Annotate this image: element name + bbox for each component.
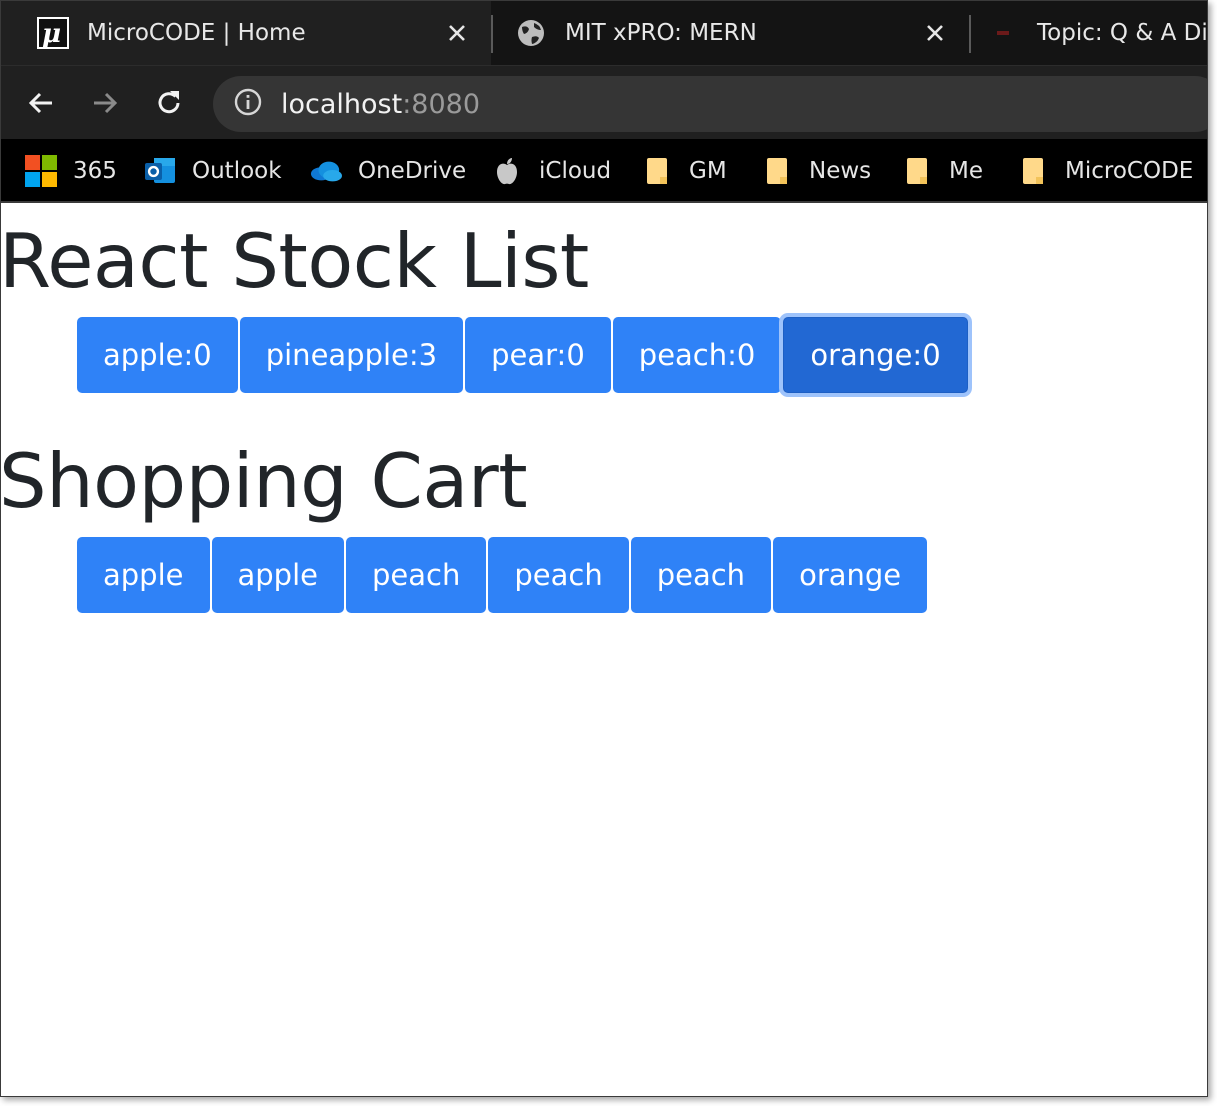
cart-item-button[interactable]: apple [77,537,210,613]
folder-icon [901,155,933,187]
stock-button-pineapple[interactable]: pineapple:3 [239,317,464,393]
url-text[interactable]: localhost:8080 [281,89,480,120]
bookmark-label: OneDrive [358,158,467,184]
cart-item-button[interactable]: peach [346,537,487,613]
cart-item-button[interactable]: apple [211,537,344,613]
bookmark-onedrive[interactable]: OneDrive [310,151,466,191]
browser-toolbar: localhost:8080 [1,65,1207,139]
microsoft-logo-icon [25,155,57,187]
stock-button-pear[interactable]: pear:0 [465,317,611,393]
bookmark-folder-me[interactable]: Me [901,151,983,191]
microcode-logo-icon: μ [37,17,69,49]
tab-title: Topic: Q & A Dis [1037,20,1207,46]
arrow-right-icon [94,92,118,114]
url-host: localhost [281,88,403,120]
stock-button-row: apple:0 pineapple:3 pear:0 peach:0 orang… [77,317,970,393]
apple-logo-icon [491,155,523,187]
bookmark-label: iCloud [539,158,612,184]
bookmark-folder-microcode[interactable]: MicroCODE [1017,151,1193,191]
tab-separator [969,15,971,53]
bookmark-label: GM [689,158,727,184]
folder-icon [761,155,793,187]
tab-title: MIT xPRO: MERN [565,20,757,46]
close-tab-icon[interactable] [443,19,471,47]
arrow-left-icon [28,92,52,114]
info-icon[interactable] [233,87,263,121]
bookmark-label: News [809,158,872,184]
tab-separator [491,15,493,53]
forward-button[interactable] [85,83,125,123]
bookmark-365[interactable]: 365 [25,151,117,191]
url-port: :8080 [402,88,481,120]
tab-title: MicroCODE | Home [87,20,306,46]
reload-icon [158,91,180,114]
back-button[interactable] [21,83,61,123]
cart-button-row: apple apple peach peach peach orange [77,537,929,613]
tab-topic-qa[interactable]: Topic: Q & A Dis [973,1,1207,65]
bookmark-folder-news[interactable]: News [761,151,871,191]
stock-button-orange[interactable]: orange:0 [783,317,968,393]
bookmark-label: 365 [73,158,117,184]
stock-button-peach[interactable]: peach:0 [612,317,782,393]
address-bar[interactable]: localhost:8080 [213,76,1207,132]
bookmark-label: Outlook [192,158,282,184]
folder-icon [1017,155,1049,187]
stock-list-heading: React Stock List [0,217,589,305]
site-favicon-icon [987,17,1019,49]
folder-icon [641,155,673,187]
outlook-icon [144,155,176,187]
close-tab-icon[interactable] [921,19,949,47]
globe-icon [515,17,547,49]
bookmark-icloud[interactable]: iCloud [491,151,611,191]
cart-item-button[interactable]: peach [630,537,772,613]
onedrive-cloud-icon [310,155,342,187]
tab-mit-xpro[interactable]: MIT xPRO: MERN [495,1,969,65]
cart-item-button[interactable]: orange [773,537,928,613]
bookmark-label: MicroCODE [1065,158,1194,184]
browser-window: μ MicroCODE | Home MIT xPRO: MERN Topic:… [0,0,1208,1097]
bookmarks-bar: 365 Outlook OneDrive iCloud GM News Me M… [1,139,1207,203]
bookmark-folder-gm[interactable]: GM [641,151,727,191]
bookmark-outlook[interactable]: Outlook [144,151,282,191]
tab-microcode-home[interactable]: μ MicroCODE | Home [1,1,491,65]
tab-strip: μ MicroCODE | Home MIT xPRO: MERN Topic:… [1,1,1207,65]
cart-item-button[interactable]: peach [488,537,629,613]
shopping-cart-heading: Shopping Cart [0,437,528,525]
bookmark-label: Me [949,158,983,184]
stock-button-apple[interactable]: apple:0 [77,317,238,393]
reload-button[interactable] [149,83,189,123]
page-content: React Stock List apple:0 pineapple:3 pea… [0,204,1207,1096]
svg-text:μ: μ [42,19,61,49]
